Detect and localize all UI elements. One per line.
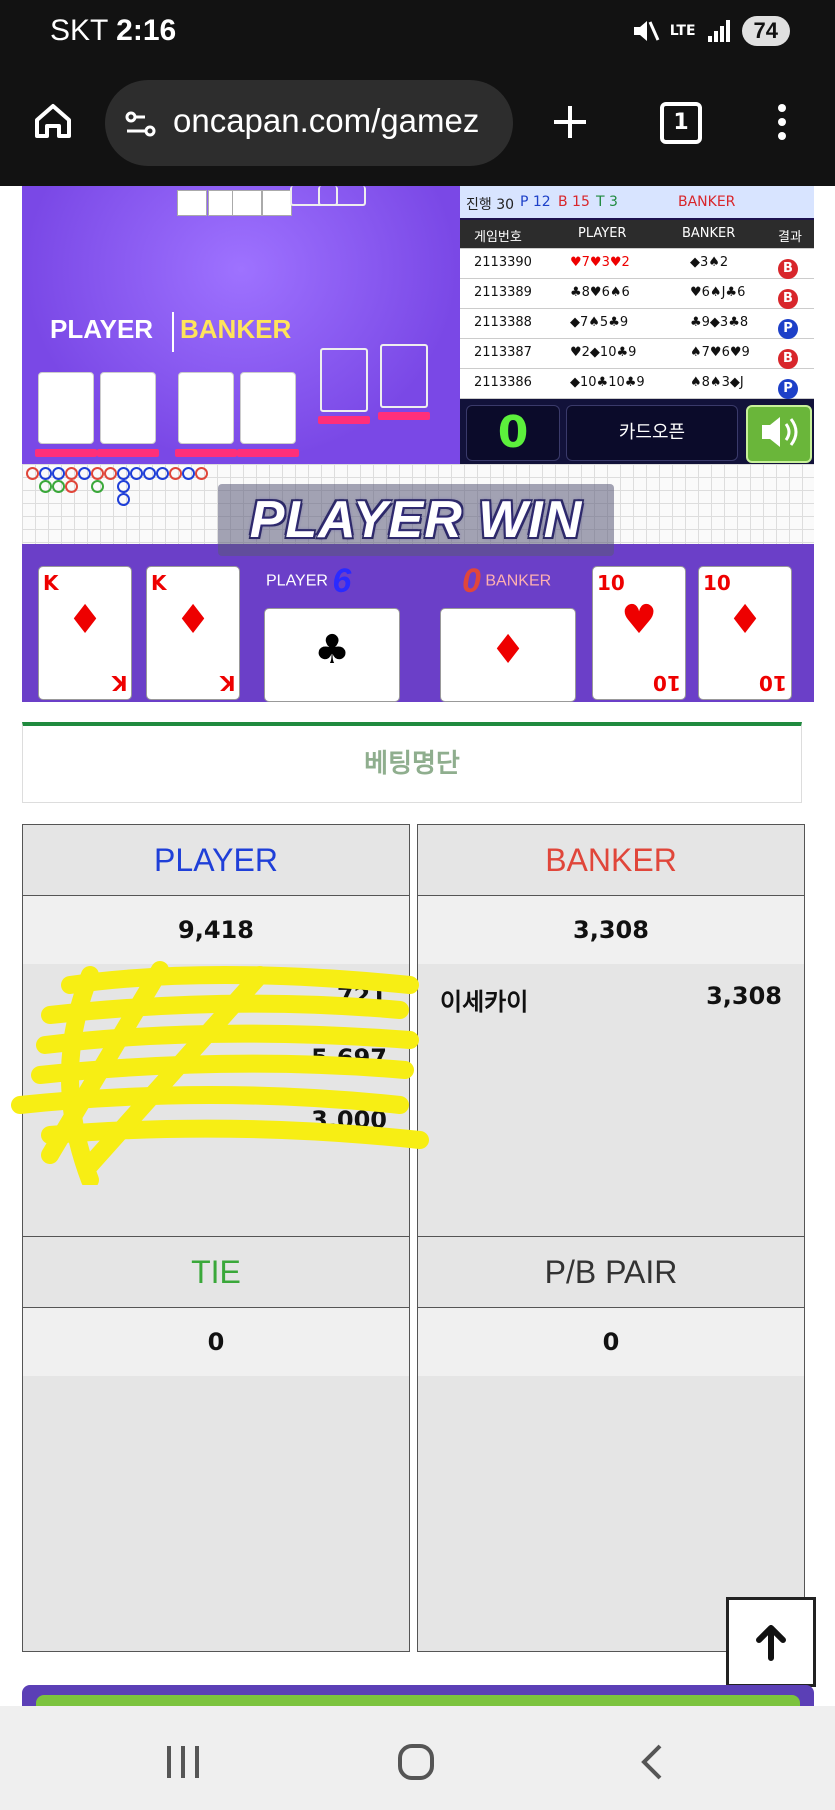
browser-toolbar: oncapan.com/gamez 1 <box>0 66 835 186</box>
game-video-area: PLAYER BANKER 진행 30 P 12 B 15 T 3 BANKER… <box>22 186 814 702</box>
bead-marker <box>117 467 130 480</box>
card-open-button[interactable]: 카드오픈 <box>566 405 738 461</box>
bead-marker <box>91 467 104 480</box>
redaction-scribble <box>11 961 429 1185</box>
results-table-header: 게임번호 PLAYER BANKER 결과 <box>460 220 814 249</box>
results-row: 2113389 ♣8♥6♠6 ♥6♠J♣6 B <box>460 279 814 309</box>
result-badge: P <box>778 379 798 399</box>
banker-score-label: 0 BANKER <box>462 562 552 600</box>
player-score: 6 <box>332 562 352 600</box>
banker-panel-heading: BANKER <box>418 825 804 896</box>
bead-marker <box>117 480 130 493</box>
result-badge: B <box>778 289 798 309</box>
results-panel: 진행 30 P 12 B 15 T 3 BANKER 게임번호 PLAYER B… <box>460 186 814 464</box>
more-menu-icon[interactable] <box>770 102 794 142</box>
player-score-label: PLAYER 6 <box>266 562 352 600</box>
battery-badge: 74 <box>741 16 790 46</box>
bead-marker <box>65 480 78 493</box>
results-row: 2113387 ♥2◆10♣9 ♠7♥6♥9 B <box>460 339 814 369</box>
bead-marker <box>26 467 39 480</box>
network-label: LTE <box>669 23 696 39</box>
arrow-up-icon <box>756 1625 786 1661</box>
player-total: 9,418 <box>23 896 409 964</box>
bead-marker <box>39 480 52 493</box>
bead-marker <box>156 467 169 480</box>
url-text[interactable]: oncapan.com/gamez <box>173 102 505 140</box>
back-icon[interactable] <box>636 1742 666 1782</box>
result-badge: P <box>778 319 798 339</box>
bead-marker <box>169 467 182 480</box>
banker-total: 3,308 <box>418 896 804 964</box>
status-bar: SKT 2:16 LTE 74 <box>0 0 835 66</box>
bead-marker <box>130 467 143 480</box>
player-card-horizontal: ♣ <box>264 608 400 702</box>
game-controls: 0 카드오픈 <box>460 399 814 464</box>
bead-marker <box>104 467 117 480</box>
bead-marker <box>78 467 91 480</box>
tie-bet-panel: TIE 0 <box>22 1236 410 1652</box>
banker-bet-panel: BANKER 3,308 이세카이 3,308 <box>417 824 805 1238</box>
results-row: 2113390 ♥7♥3♥2 ◆3♠2 B <box>460 249 814 279</box>
address-bar[interactable]: oncapan.com/gamez <box>105 80 513 166</box>
result-badge: B <box>778 349 798 369</box>
recent-apps-icon[interactable] <box>163 1744 203 1780</box>
feed-banker-label: BANKER <box>180 314 292 344</box>
banker-card: 10 ♦ 10 <box>698 566 792 700</box>
results-row: 2113386 ◆10♣10♣9 ♠8♠3◆J P <box>460 369 814 399</box>
bead-marker <box>195 467 208 480</box>
tab-count: 1 <box>673 110 689 135</box>
new-tab-icon[interactable] <box>550 102 590 142</box>
win-banner-text: PLAYER WIN <box>249 491 583 549</box>
bead-marker <box>52 480 65 493</box>
bead-marker <box>143 467 156 480</box>
site-settings-icon[interactable] <box>123 106 159 142</box>
results-summary: 진행 30 P 12 B 15 T 3 BANKER <box>460 186 814 218</box>
live-table-feed: PLAYER BANKER <box>22 186 460 464</box>
banker-card: 10 ♥ 10 <box>592 566 686 700</box>
sound-toggle-button[interactable] <box>746 405 812 463</box>
bead-marker <box>117 493 130 506</box>
tie-panel-heading: TIE <box>23 1237 409 1308</box>
bead-marker <box>52 467 65 480</box>
player-card: K ♦ K <box>38 566 132 700</box>
scroll-to-top-button[interactable] <box>726 1597 816 1687</box>
pair-panel-heading: P/B PAIR <box>418 1237 804 1308</box>
tab-switcher-button[interactable]: 1 <box>660 102 702 144</box>
feed-player-label: PLAYER <box>50 314 154 344</box>
result-badge: B <box>778 259 798 279</box>
betting-list-title: 베팅명단 <box>22 722 802 803</box>
bead-marker <box>39 467 52 480</box>
bead-marker <box>182 467 195 480</box>
player-card: K ♦ K <box>146 566 240 700</box>
banker-score: 0 <box>462 562 481 600</box>
status-carrier: SKT 2:16 <box>50 14 177 47</box>
results-row: 2113388 ◆7♠5♣9 ♣9◆3♣8 P <box>460 309 814 339</box>
player-panel-heading: PLAYER <box>23 825 409 896</box>
home-nav-icon[interactable] <box>396 1742 436 1782</box>
bead-marker <box>65 467 78 480</box>
card-result-strip: K ♦ K K ♦ K PLAYER 6 ♣ 0 BANKER ♦ 10 ♥ 10 10 ♦ 1… <box>22 556 814 702</box>
tie-total: 0 <box>23 1308 409 1376</box>
status-time: 2:16 <box>116 14 177 47</box>
home-icon[interactable] <box>32 100 74 142</box>
banker-bet-entry: 이세카이 3,308 <box>440 982 782 1016</box>
system-nav-bar <box>0 1706 835 1810</box>
mute-icon <box>633 21 660 41</box>
pair-total: 0 <box>418 1308 804 1376</box>
pair-bet-panel: P/B PAIR 0 <box>417 1236 805 1652</box>
speaker-icon <box>762 417 798 447</box>
bead-marker <box>91 480 104 493</box>
bet-counter: 0 <box>466 405 560 461</box>
signal-icon <box>707 20 730 42</box>
results-table: 게임번호 PLAYER BANKER 결과 2113390 ♥7♥3♥2 ◆3♠2 B… <box>460 220 814 399</box>
banker-card-horizontal: ♦ <box>440 608 576 702</box>
